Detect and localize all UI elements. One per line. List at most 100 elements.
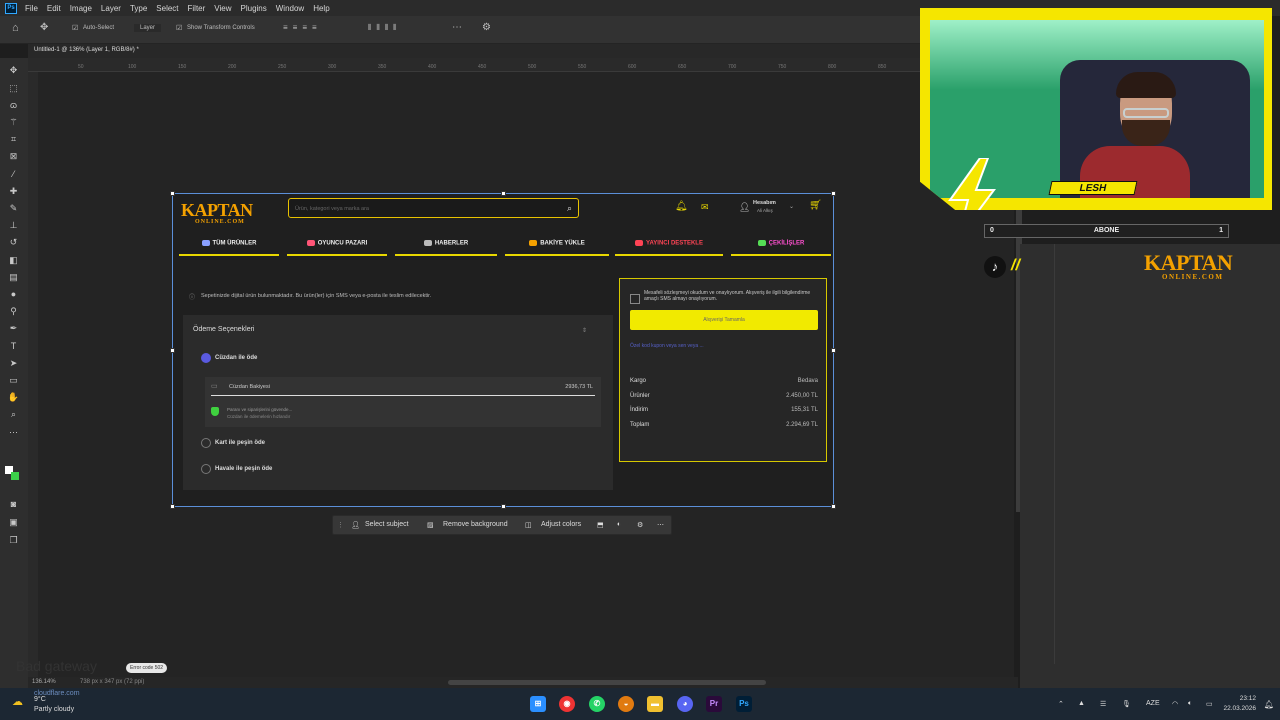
tray-chevron-icon[interactable]: ⌃ <box>1058 700 1064 708</box>
menu-type[interactable]: Type <box>130 4 147 13</box>
type-tool-icon[interactable]: T <box>7 340 20 353</box>
menu-help[interactable]: Help <box>313 4 329 13</box>
chevron-down-icon[interactable]: ⌄ <box>789 203 794 210</box>
background-color-swatch[interactable] <box>11 472 19 480</box>
contrast-icon[interactable]: ◐ <box>617 521 621 528</box>
zoom-tool-icon[interactable]: ⌕ <box>7 408 20 421</box>
eyedropper-icon[interactable]: ⁄ <box>7 168 20 181</box>
drag-handle-icon[interactable]: ⋮ <box>337 521 344 529</box>
nav-news[interactable]: HABERLER <box>395 240 497 256</box>
menu-image[interactable]: Image <box>70 4 92 13</box>
site-search-input[interactable]: Ürün, kategori veya marka ara ⌕ <box>288 198 579 218</box>
auto-select-checkbox-icon[interactable]: ☑ <box>72 24 78 32</box>
menu-plugins[interactable]: Plugins <box>241 4 267 13</box>
promo-text[interactable]: Özel kod kupon veya sen veya ... <box>630 343 820 349</box>
path-select-icon[interactable]: ➤ <box>7 357 20 370</box>
notification-icon[interactable]: 🔔︎ <box>1264 700 1274 709</box>
option-card[interactable]: Kart ile peşin öde <box>215 440 265 446</box>
rectangle-tool-icon[interactable]: ▭ <box>7 374 20 387</box>
pen-tool-icon[interactable]: ✒ <box>7 322 20 335</box>
gear-icon[interactable]: ⚙ <box>482 22 491 33</box>
wifi-icon[interactable]: ◠ <box>1172 700 1178 708</box>
photoshop-icon[interactable]: Ps <box>736 696 752 712</box>
user-icon[interactable]: 👤︎ <box>739 202 750 213</box>
settings-icon[interactable]: ⚙ <box>637 521 643 529</box>
transform-handle[interactable] <box>170 504 175 509</box>
chrome-icon[interactable]: ◉ <box>559 696 575 712</box>
whatsapp-icon[interactable]: ✆ <box>589 696 605 712</box>
gradient-tool-icon[interactable]: ▤ <box>7 271 20 284</box>
clock[interactable]: 23:12 22.03.2026 <box>1223 694 1256 714</box>
nav-giveaways[interactable]: ÇEKİLİŞLER <box>731 240 831 256</box>
microphone-icon[interactable]: 🎙︎ <box>1122 700 1131 708</box>
tray-app-icon[interactable]: ☰ <box>1100 700 1106 708</box>
premiere-icon[interactable]: Pr <box>706 696 722 712</box>
transform-handle[interactable] <box>831 348 836 353</box>
home-icon[interactable]: ⌂ <box>12 22 19 34</box>
history-brush-icon[interactable]: ↺ <box>7 236 20 249</box>
more-icon[interactable]: ⋯ <box>657 521 664 529</box>
card-radio[interactable] <box>201 438 211 448</box>
weather-text[interactable]: Partly cloudy <box>34 706 74 713</box>
dodge-tool-icon[interactable]: ⚲ <box>7 305 20 318</box>
menu-filter[interactable]: Filter <box>188 4 206 13</box>
brush-tool-icon[interactable]: ✎ <box>7 202 20 215</box>
eraser-tool-icon[interactable]: ◧ <box>7 254 20 267</box>
nav-balance[interactable]: BAKİYE YÜKLE <box>505 240 609 256</box>
cart-icon[interactable]: 🛒︎ <box>809 200 822 211</box>
move-tool-icon[interactable]: ✥ <box>40 22 48 33</box>
screen-mode-icon[interactable]: ▣ <box>7 516 20 529</box>
transform-handle[interactable] <box>501 504 506 509</box>
document-tab[interactable]: Untitled-1 @ 136% (Layer 1, RGB/8#) * <box>28 44 920 58</box>
transform-icon[interactable]: ⬒ <box>597 521 604 529</box>
move-tool-icon[interactable]: ✥ <box>7 64 20 77</box>
align-icons[interactable]: ≡≡≡≡ <box>283 23 322 32</box>
menu-view[interactable]: View <box>214 4 231 13</box>
horizontal-scrollbar[interactable] <box>448 680 766 685</box>
account-label[interactable]: Hesabım <box>753 200 776 206</box>
nav-player-market[interactable]: OYUNCU PAZARI <box>287 240 387 256</box>
transform-handle[interactable] <box>831 504 836 509</box>
option-wallet[interactable]: Cüzdan ile öde <box>215 355 257 361</box>
select-subject-button[interactable]: Select subject <box>365 521 409 528</box>
language-indicator[interactable]: AZE <box>1146 700 1160 707</box>
menu-layer[interactable]: Layer <box>101 4 121 13</box>
wallet-radio[interactable] <box>201 353 211 363</box>
blender-icon[interactable]: ◒ <box>618 696 634 712</box>
healing-brush-icon[interactable]: ✚ <box>7 185 20 198</box>
lasso-tool-icon[interactable]: ɷ <box>7 99 20 112</box>
search-icon[interactable]: ⌕ <box>567 203 572 214</box>
transform-handle[interactable] <box>501 191 506 196</box>
discord-icon[interactable]: ◕ <box>677 696 693 712</box>
layer-select[interactable]: Layer <box>134 24 162 32</box>
terms-checkbox[interactable] <box>630 294 640 304</box>
photoshop-logo-icon[interactable]: Ps <box>5 2 17 14</box>
more-options-icon[interactable]: ⋯ <box>452 22 462 33</box>
distribute-icons[interactable]: ⫴⫴⫴⫴ <box>368 23 401 33</box>
chevron-updown-icon[interactable]: ⇕ <box>582 327 587 334</box>
bell-icon[interactable]: 🔔︎ <box>675 201 688 212</box>
nav-support-streamer[interactable]: YAYINCI DESTEKLE <box>615 240 723 256</box>
start-menu-icon[interactable]: ⊞ <box>530 696 546 712</box>
frame-tool-icon[interactable]: ⊠ <box>7 150 20 163</box>
layers-icon[interactable]: ❐ <box>7 534 20 547</box>
stamp-tool-icon[interactable]: ⊥ <box>7 219 20 232</box>
menu-edit[interactable]: Edit <box>47 4 61 13</box>
transfer-radio[interactable] <box>201 464 211 474</box>
magic-wand-icon[interactable]: ⚚ <box>7 116 20 129</box>
crop-tool-icon[interactable]: ⌗ <box>7 133 20 146</box>
transform-handle[interactable] <box>170 348 175 353</box>
more-tools-icon[interactable]: ⋯ <box>7 426 20 439</box>
hand-tool-icon[interactable]: ✋ <box>7 391 20 404</box>
transform-checkbox-icon[interactable]: ☑ <box>176 24 182 32</box>
remove-background-button[interactable]: Remove background <box>443 521 508 528</box>
file-explorer-icon[interactable]: ▬ <box>647 696 663 712</box>
menu-file[interactable]: File <box>25 4 38 13</box>
document-canvas[interactable]: KAPTAN ONLINE.COM Ürün, kategori veya ma… <box>170 191 836 509</box>
blur-tool-icon[interactable]: ● <box>7 288 20 301</box>
weather-icon[interactable]: ☁ <box>12 695 23 708</box>
menu-window[interactable]: Window <box>276 4 304 13</box>
mail-icon[interactable]: ✉ <box>701 202 709 213</box>
option-transfer[interactable]: Havale ile peşin öde <box>215 466 272 472</box>
marquee-tool-icon[interactable]: ⬚ <box>7 82 20 95</box>
